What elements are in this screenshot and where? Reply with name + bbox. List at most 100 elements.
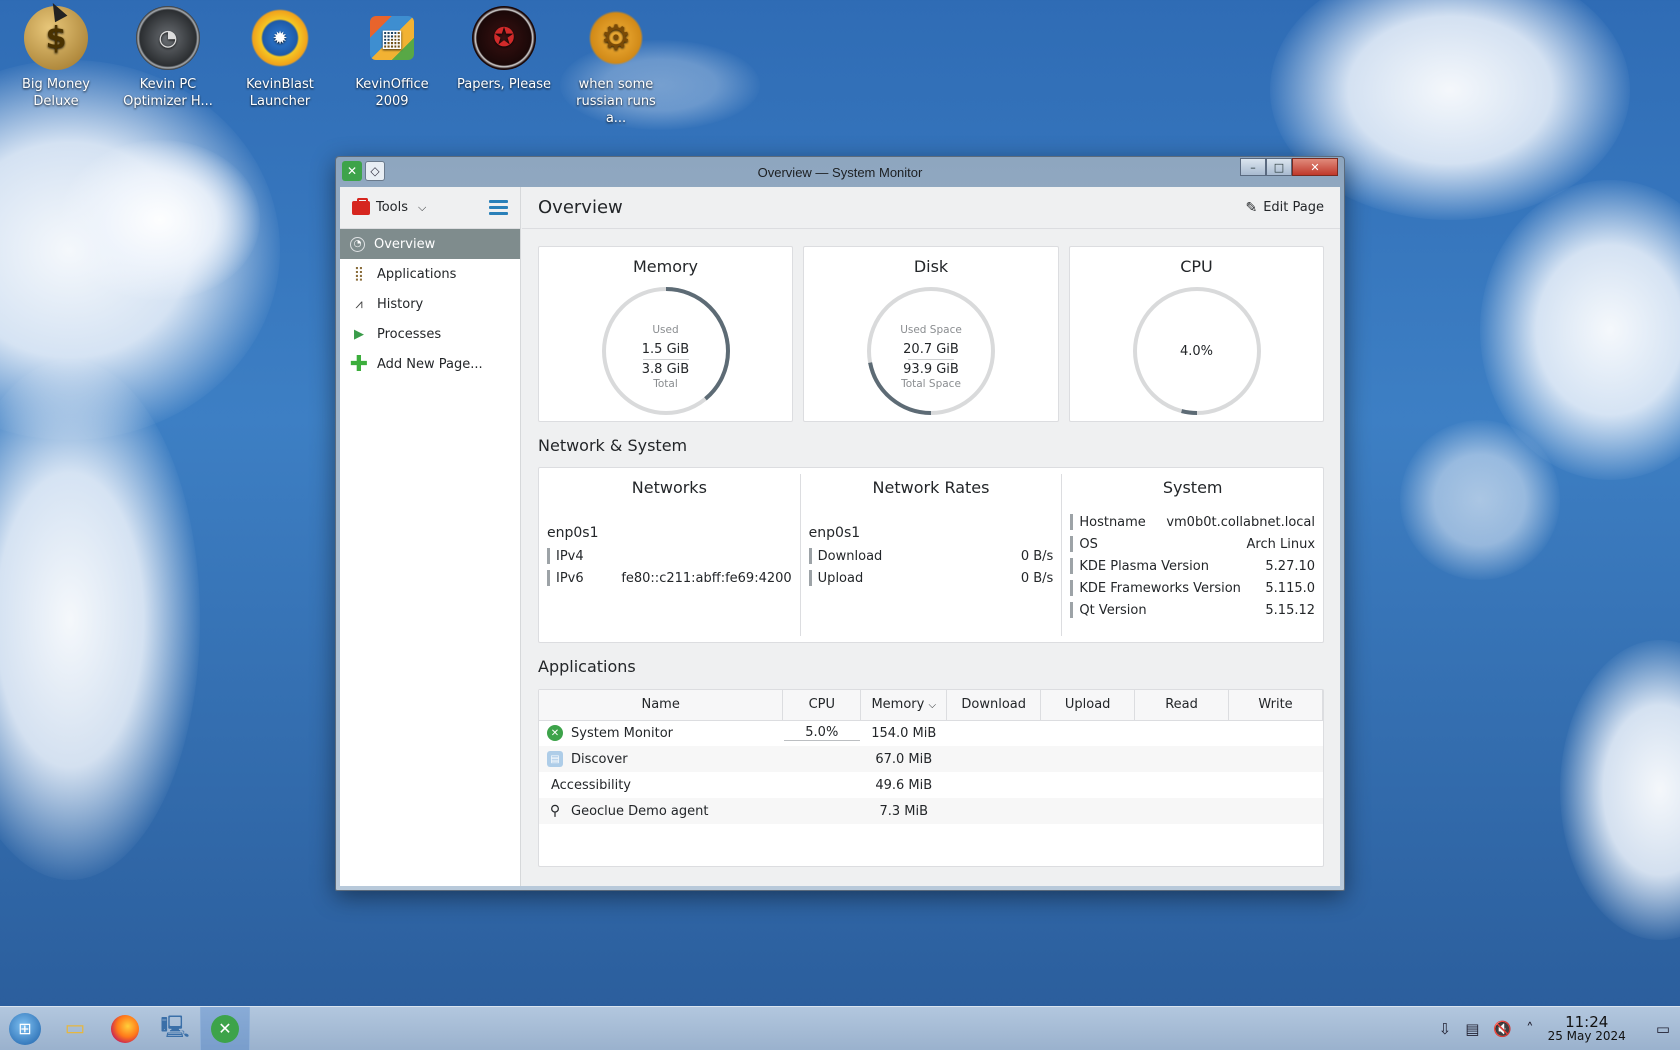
column-header-memory[interactable]: Memory ⌵ <box>860 690 948 721</box>
applications-table: Name CPU Memory ⌵ Download Upload Read W… <box>539 690 1323 824</box>
stamp-icon: ✪ <box>472 6 536 70</box>
disk-used-caption: Used Space <box>900 324 962 336</box>
toolbox-icon <box>352 197 370 215</box>
show-desktop-icon[interactable]: ▭ <box>1656 1020 1670 1038</box>
file-manager-icon: ▭ <box>64 1016 86 1041</box>
main-header: Overview ✎ Edit Page <box>522 187 1340 229</box>
maximize-button[interactable]: □ <box>1266 158 1292 176</box>
desktop-icon-label: Big Money Deluxe <box>21 77 90 109</box>
system-row-plasma-version: KDE Plasma Version 5.27.10 <box>1062 555 1323 577</box>
table-row[interactable]: Accessibility 49.6 MiB <box>539 772 1323 798</box>
firefox-icon <box>111 1014 139 1043</box>
disk-used-value: 20.7 GiB <box>903 342 959 357</box>
taskbar-system-monitor[interactable]: ✕ <box>200 1006 250 1050</box>
sidebar-item-applications[interactable]: ⣿ Applications <box>340 259 520 289</box>
column-header-read[interactable]: Read <box>1134 690 1230 721</box>
column-header-upload[interactable]: Upload <box>1040 690 1136 721</box>
table-row[interactable]: ✕ System Monitor 5.0% 154.0 MiB <box>539 720 1323 746</box>
window-titlebar[interactable]: ✕ ◇ Overview — System Monitor – □ ✕ <box>336 157 1344 187</box>
cpu-value: 4.0% <box>1179 344 1214 359</box>
network-system-card: Networks enp0s1 IPv4 IPv6 fe80::c211:abff… <box>538 467 1324 643</box>
sun-globe-icon: ✹ <box>248 6 312 70</box>
volume-muted-icon[interactable]: 🔇 <box>1493 1020 1512 1038</box>
speedometer-icon: ◔ <box>136 6 200 70</box>
start-button[interactable]: ⊞ <box>0 1007 50 1050</box>
clock[interactable]: 11:24 25 May 2024 <box>1548 1012 1626 1043</box>
networks-row-ipv6: IPv6 fe80::c211:abff:fe69:4200 <box>539 567 800 589</box>
networks-interface: enp0s1 <box>547 525 599 541</box>
sidebar-item-label: Overview <box>374 236 436 252</box>
desktop-icon-kevinoffice[interactable]: ▦ KevinOffice 2009 <box>340 6 444 110</box>
taskbar-firefox[interactable] <box>100 1007 150 1050</box>
history-icon: ⩘ <box>355 296 363 312</box>
table-row[interactable]: ⚲ Geoclue Demo agent 7.3 MiB <box>539 798 1323 824</box>
system-tray: ⇩ ▤ 🔇 ˄ 11:24 25 May 2024 ▭ <box>1439 1012 1680 1043</box>
taskbar-file-manager[interactable]: ▭ <box>50 1007 100 1050</box>
memory-used-caption: Used <box>652 324 679 336</box>
cpu-title: CPU <box>1180 257 1213 276</box>
column-header-cpu[interactable]: CPU <box>782 690 862 721</box>
table-row[interactable]: ▤ Discover 67.0 MiB <box>539 746 1323 772</box>
networks-title: Networks <box>631 478 707 497</box>
desktop-icon-papers-please[interactable]: ✪ Papers, Please <box>452 6 556 93</box>
system-monitor-window: ✕ ◇ Overview — System Monitor – □ ✕ Tool… <box>335 156 1345 891</box>
clock-time: 11:24 <box>1565 1012 1609 1031</box>
network-rates-row-download: Download 0 B/s <box>801 545 1062 567</box>
memory-total-value: 3.8 GiB <box>641 362 690 377</box>
sidebar: Tools ⌵ ◔ Overview ⣿ Applications ⩘ Hist… <box>340 187 521 886</box>
sidebar-item-add-new-page[interactable]: ✚ Add New Page... <box>340 349 520 379</box>
desktop-icon-kevinblast-launcher[interactable]: ✹ KevinBlast Launcher <box>228 6 332 110</box>
system-monitor-icon: ✕ <box>547 725 563 742</box>
desktop-icon-kevin-pc-optimizer[interactable]: ◔ Kevin PC Optimizer H... <box>116 6 220 110</box>
app-icon[interactable]: ✕ <box>342 161 362 181</box>
applications-section-title: Applications <box>538 657 636 676</box>
sidebar-item-label: History <box>377 296 424 312</box>
column-header-download[interactable]: Download <box>946 690 1042 721</box>
taskbar-desktop[interactable]: 🖳 <box>150 1007 200 1050</box>
window-title: Overview — System Monitor <box>757 164 923 180</box>
disk-card: Disk Used Space 20.7 GiB 93.9 GiB Total … <box>803 246 1059 422</box>
clipboard-icon[interactable]: ▤ <box>1465 1020 1479 1038</box>
column-header-name[interactable]: Name <box>539 690 784 721</box>
minimize-button[interactable]: – <box>1240 158 1266 176</box>
sidebar-item-overview[interactable]: ◔ Overview <box>340 229 520 259</box>
tools-menu-button[interactable]: Tools ⌵ <box>352 197 427 215</box>
sidebar-item-label: Processes <box>377 326 442 342</box>
chevron-up-icon[interactable]: ˄ <box>1526 1020 1534 1038</box>
main-panel: Overview ✎ Edit Page Memory Used 1.5 GiB <box>522 187 1340 886</box>
sidebar-item-history[interactable]: ⩘ History <box>340 289 520 319</box>
sidebar-item-label: Add New Page... <box>377 356 483 372</box>
chevron-down-icon: ⌵ <box>418 200 427 214</box>
table-header-row: Name CPU Memory ⌵ Download Upload Read W… <box>539 690 1323 721</box>
disk-total-value: 93.9 GiB <box>903 362 959 377</box>
pin-icon[interactable]: ◇ <box>365 161 385 181</box>
memory-used-value: 1.5 GiB <box>641 342 690 357</box>
window-content: Tools ⌵ ◔ Overview ⣿ Applications ⩘ Hist… <box>340 187 1340 886</box>
cpu-card: CPU 4.0% <box>1069 246 1324 422</box>
memory-total-caption: Total <box>653 378 678 390</box>
add-icon: ✚ <box>349 351 369 377</box>
desktop-icon-when-some-russian[interactable]: ⚙ when some russian runs a... <box>564 6 668 127</box>
app-cpu: 5.0% <box>783 725 860 742</box>
networks-row-ipv4: IPv4 <box>539 545 800 567</box>
desktop-icon-label: when some russian runs a... <box>576 77 656 126</box>
gear-icon: ⚙ <box>584 6 648 70</box>
sidebar-item-processes[interactable]: ▶ Processes <box>340 319 520 349</box>
overview-icon: ◔ <box>350 236 365 252</box>
close-button[interactable]: ✕ <box>1292 158 1338 176</box>
app-name: System Monitor <box>571 725 674 741</box>
network-rates-column: Network Rates enp0s1 Download 0 B/s Uploa… <box>801 474 1063 636</box>
disk-total-caption: Total Space <box>901 378 961 390</box>
app-cpu <box>782 746 861 772</box>
app-memory: 7.3 MiB <box>860 798 947 824</box>
updates-icon[interactable]: ⇩ <box>1439 1020 1452 1038</box>
column-header-write[interactable]: Write <box>1228 690 1323 721</box>
system-title: System <box>1162 478 1223 497</box>
applications-card: Name CPU Memory ⌵ Download Upload Read W… <box>538 689 1324 867</box>
edit-page-button[interactable]: ✎ Edit Page <box>1245 200 1324 216</box>
network-rates-interface: enp0s1 <box>808 525 861 541</box>
location-pin-icon: ⚲ <box>549 803 561 819</box>
hamburger-menu-button[interactable] <box>489 200 508 215</box>
desktop-icon: 🖳 <box>160 1014 190 1040</box>
system-row-os: OS Arch Linux <box>1062 533 1323 555</box>
